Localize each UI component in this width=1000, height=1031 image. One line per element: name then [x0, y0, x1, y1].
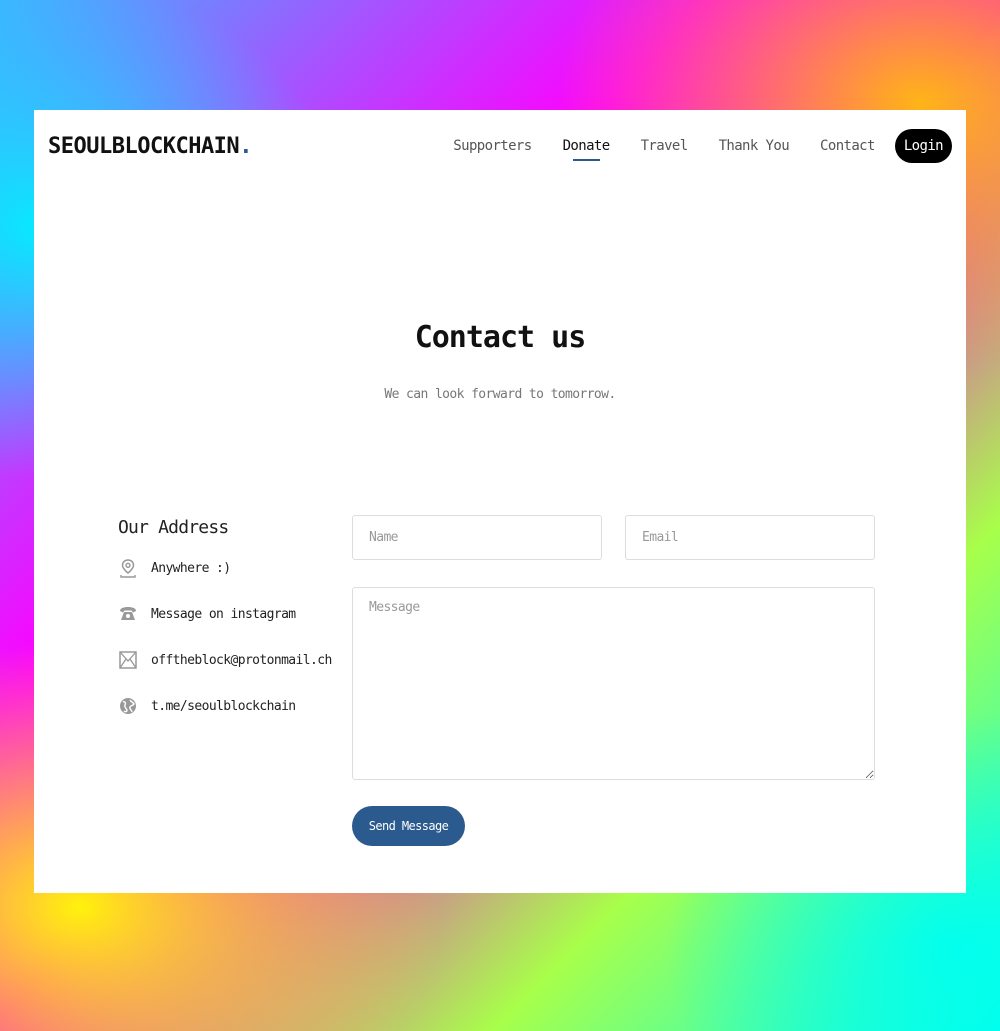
nav-item-travel[interactable]: Travel: [641, 138, 689, 154]
site-logo[interactable]: SEOULBLOCKCHAIN.: [48, 134, 252, 159]
address-item-location: Anywhere :): [118, 552, 348, 584]
address-web-text: t.me/seoulblockchain: [151, 698, 296, 714]
nav-item-supporters[interactable]: Supporters: [453, 138, 532, 154]
page-card: SEOULBLOCKCHAIN. Supporters Donate Trave…: [34, 110, 966, 893]
login-button[interactable]: Login: [894, 129, 952, 163]
send-message-button[interactable]: Send Message: [352, 806, 465, 846]
message-field[interactable]: [352, 587, 875, 780]
address-email-text: offtheblock@protonmail.ch: [151, 652, 332, 668]
brand-name: SEOULBLOCKCHAIN: [48, 134, 240, 159]
main-nav: Supporters Donate Travel Thank You Conta…: [422, 129, 952, 163]
nav-item-contact[interactable]: Contact: [820, 138, 875, 154]
address-item-web: t.me/seoulblockchain: [118, 690, 348, 722]
address-panel: Our Address Anywhere :) Message on insta…: [118, 517, 348, 722]
address-heading: Our Address: [118, 517, 229, 538]
address-item-email: offtheblock@protonmail.ch: [118, 644, 348, 676]
address-phone-text: Message on instagram: [151, 606, 296, 622]
envelope-icon: [118, 650, 138, 670]
page-title: Contact us: [414, 320, 587, 355]
name-field[interactable]: [352, 515, 602, 560]
map-pin-icon: [118, 558, 138, 578]
email-field[interactable]: [625, 515, 875, 560]
nav-item-donate[interactable]: Donate: [563, 138, 610, 161]
phone-icon: [118, 604, 138, 624]
page-subtitle: We can look forward to tomorrow.: [384, 387, 616, 402]
globe-icon: [118, 696, 138, 716]
address-item-phone: Message on instagram: [118, 598, 348, 630]
nav-item-thank-you[interactable]: Thank You: [719, 138, 790, 154]
address-location-text: Anywhere :): [151, 560, 231, 576]
brand-dot: .: [239, 134, 252, 159]
